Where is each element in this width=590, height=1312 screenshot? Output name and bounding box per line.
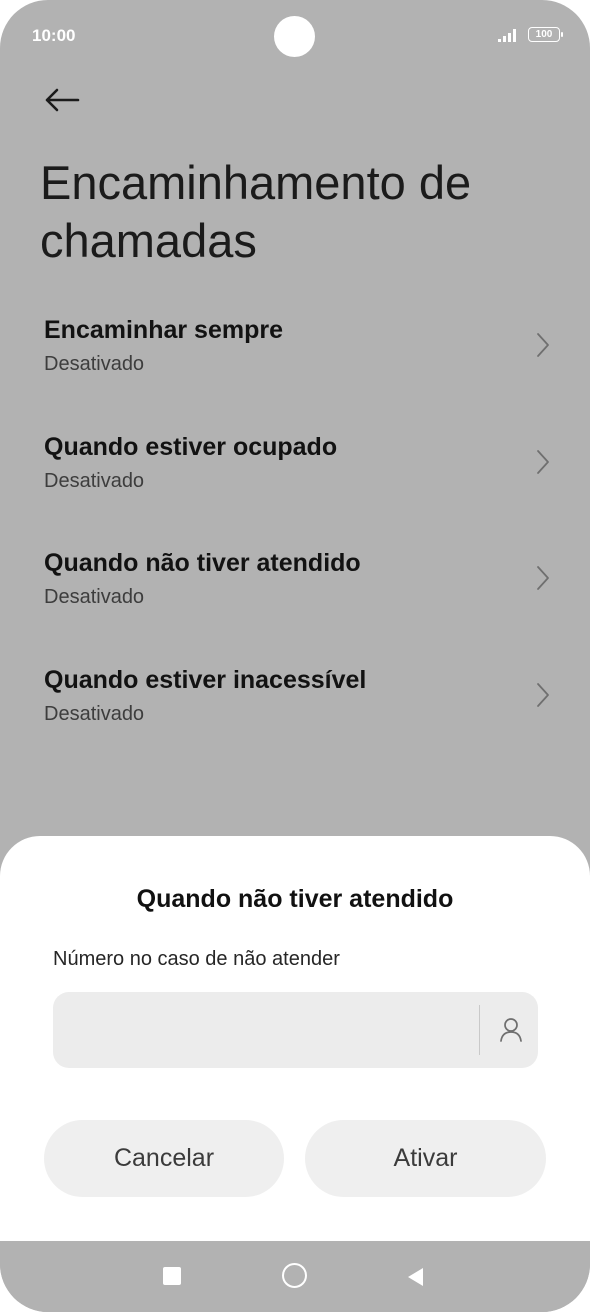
status-bar: 10:00 100: [0, 0, 590, 72]
status-icons: 100: [498, 27, 563, 42]
number-field-container: [53, 992, 538, 1068]
setting-item-when-unanswered[interactable]: Quando não tiver atendido Desativado: [0, 535, 590, 652]
home-button[interactable]: [282, 1263, 307, 1288]
navigation-bar: [0, 1241, 590, 1312]
bottom-sheet-dialog: Quando não tiver atendido Número no caso…: [0, 836, 590, 1241]
setting-status: Desativado: [44, 702, 145, 725]
front-camera-cutout: [274, 16, 315, 57]
setting-title: Quando estiver inacessível: [44, 665, 367, 694]
setting-item-when-unreachable[interactable]: Quando estiver inacessível Desativado: [0, 652, 590, 769]
setting-item-when-busy[interactable]: Quando estiver ocupado Desativado: [0, 419, 590, 536]
nav-back-button[interactable]: [405, 1266, 425, 1288]
back-button[interactable]: [40, 80, 84, 120]
battery-icon: 100: [528, 27, 563, 42]
arrow-left-icon: [45, 88, 80, 112]
cancel-button[interactable]: Cancelar: [44, 1120, 284, 1197]
number-field-label: Número no caso de não atender: [53, 948, 340, 970]
signal-icon: [498, 28, 516, 42]
chevron-right-icon: [537, 682, 549, 707]
recent-apps-button[interactable]: [163, 1267, 181, 1285]
status-time: 10:00: [32, 26, 76, 45]
setting-status: Desativado: [44, 469, 145, 492]
dialog-title: Quando não tiver atendido: [136, 885, 454, 913]
contact-picker-button[interactable]: [493, 1012, 529, 1048]
activate-button[interactable]: Ativar: [305, 1120, 546, 1197]
page-title: Encaminhamento de chamadas: [40, 156, 472, 267]
setting-status: Desativado: [44, 353, 145, 375]
contact-person-icon: [500, 1018, 522, 1042]
setting-title: Encaminhar sempre: [44, 316, 283, 344]
setting-title: Quando estiver ocupado: [44, 432, 338, 461]
setting-title: Quando não tiver atendido: [44, 549, 361, 577]
forward-number-input[interactable]: [53, 992, 473, 1068]
setting-item-always-forward[interactable]: Encaminhar sempre Desativado: [0, 302, 590, 419]
input-divider: [479, 1005, 480, 1055]
setting-status: Desativado: [44, 586, 145, 608]
settings-list: Encaminhar sempre Desativado Quando esti…: [0, 302, 590, 768]
chevron-right-icon: [537, 333, 549, 357]
chevron-right-icon: [537, 566, 549, 590]
phone-screen: 10:00 100 Encaminhamento de chamadas Enc…: [0, 0, 590, 1312]
chevron-right-icon: [537, 449, 549, 474]
